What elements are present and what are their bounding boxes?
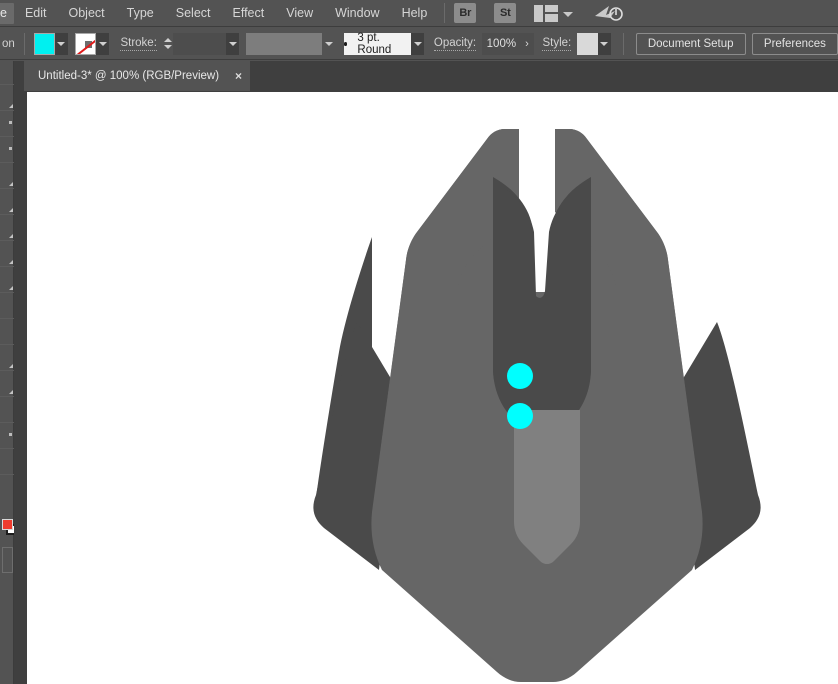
mouse-center-strip bbox=[514, 410, 580, 564]
tool-magic-wand[interactable] bbox=[0, 111, 14, 137]
opacity-input[interactable]: 100% bbox=[482, 33, 520, 55]
menubar-divider bbox=[444, 3, 445, 23]
tool-curvature[interactable] bbox=[0, 189, 14, 215]
graphic-style-swatch[interactable] bbox=[577, 33, 598, 55]
tool-selection[interactable] bbox=[0, 61, 14, 85]
chevron-down-icon[interactable] bbox=[563, 12, 573, 17]
variable-width-profile-swatch[interactable] bbox=[246, 33, 323, 55]
menu-object[interactable]: Object bbox=[58, 3, 116, 24]
tool-group-indicator-icon bbox=[9, 260, 13, 264]
menu-bar: e Edit Object Type Select Effect View Wi… bbox=[0, 0, 838, 27]
tool-group-indicator-icon bbox=[9, 104, 13, 108]
menu-view[interactable]: View bbox=[275, 3, 324, 24]
tool-group-indicator-icon bbox=[9, 286, 13, 290]
tool-group-indicator-icon bbox=[9, 364, 13, 368]
chevron-down-icon bbox=[57, 42, 65, 46]
artboard[interactable] bbox=[27, 92, 838, 684]
tool-dot-icon bbox=[9, 121, 12, 124]
dpi-button-lower[interactable] bbox=[507, 403, 533, 429]
tool-line-segment[interactable] bbox=[0, 241, 14, 267]
menu-file[interactable]: e bbox=[0, 3, 14, 24]
stroke-weight-stepper[interactable] bbox=[162, 33, 172, 55]
chevron-down-icon bbox=[99, 42, 107, 46]
menu-type[interactable]: Type bbox=[116, 3, 165, 24]
opacity-more-button[interactable]: › bbox=[520, 33, 534, 55]
tool-dot-icon bbox=[9, 147, 12, 150]
document-tab-strip: Untitled-3* @ 100% (RGB/Preview) × bbox=[14, 61, 838, 91]
stepper-up-icon bbox=[164, 38, 172, 42]
tool-width[interactable] bbox=[0, 397, 14, 423]
style-dropdown-button[interactable] bbox=[598, 33, 612, 55]
chevron-down-icon bbox=[229, 42, 237, 46]
brush-dot-icon bbox=[344, 42, 348, 46]
fill-swatch[interactable] bbox=[34, 33, 55, 55]
tool-group-indicator-icon bbox=[9, 390, 13, 394]
tool-pen[interactable] bbox=[0, 163, 14, 189]
fill-dropdown-button[interactable] bbox=[55, 33, 69, 55]
canvas-area[interactable] bbox=[14, 91, 838, 684]
document-tab-title: Untitled-3* @ 100% (RGB/Preview) bbox=[38, 70, 219, 82]
illustrator-window: e Edit Object Type Select Effect View Wi… bbox=[0, 0, 838, 684]
stroke-weight-dropdown-button[interactable] bbox=[226, 33, 240, 55]
mouse-center-notch-fill bbox=[493, 180, 591, 440]
mouse-illustration[interactable] bbox=[27, 92, 838, 684]
close-icon[interactable]: × bbox=[235, 69, 242, 83]
brush-definition-value: 3 pt. Round bbox=[357, 32, 410, 56]
tool-group-indicator-icon bbox=[9, 182, 13, 186]
tool-paintbrush[interactable] bbox=[0, 293, 14, 319]
fill-indicator-swatch[interactable] bbox=[2, 519, 13, 530]
chevron-down-icon bbox=[325, 42, 333, 46]
tool-shaper[interactable] bbox=[0, 319, 14, 345]
stroke-none-swatch[interactable] bbox=[75, 33, 96, 55]
bridge-icon[interactable]: Br bbox=[454, 3, 476, 23]
tool-free-transform[interactable] bbox=[0, 423, 14, 449]
menu-window[interactable]: Window bbox=[324, 3, 390, 24]
tools-panel[interactable] bbox=[0, 61, 14, 684]
tool-shape-builder[interactable] bbox=[0, 449, 14, 475]
preferences-button[interactable]: Preferences bbox=[752, 33, 838, 55]
style-label[interactable]: Style: bbox=[542, 37, 571, 51]
tool-direct-selection[interactable] bbox=[0, 85, 14, 111]
tool-type[interactable] bbox=[0, 215, 14, 241]
dpi-button-upper[interactable] bbox=[507, 363, 533, 389]
render-artifact bbox=[672, 611, 714, 620]
menu-edit[interactable]: Edit bbox=[14, 3, 58, 24]
tool-rectangle[interactable] bbox=[0, 267, 14, 293]
adobe-stock-icon[interactable] bbox=[593, 3, 623, 23]
variable-width-dropdown-button[interactable] bbox=[322, 33, 336, 55]
screen-mode-button[interactable] bbox=[2, 547, 13, 573]
selection-indicator-label: on bbox=[2, 38, 15, 50]
arrange-documents-icon[interactable] bbox=[534, 5, 558, 22]
control-divider-1 bbox=[24, 33, 25, 55]
brush-dropdown-button[interactable] bbox=[411, 33, 425, 55]
tool-dot-icon bbox=[9, 433, 12, 436]
menu-select[interactable]: Select bbox=[165, 3, 222, 24]
stroke-weight-input[interactable] bbox=[173, 33, 226, 55]
tool-rotate[interactable] bbox=[0, 345, 14, 371]
control-divider-2 bbox=[623, 33, 624, 55]
tool-scale[interactable] bbox=[0, 371, 14, 397]
brush-definition-select[interactable]: 3 pt. Round bbox=[344, 33, 411, 55]
control-bar: on Stroke: 3 pt. Round Opacity: 100% bbox=[0, 28, 838, 60]
chevron-down-icon bbox=[600, 42, 608, 46]
stock-badge-icon[interactable]: St bbox=[494, 3, 516, 23]
tool-lasso[interactable] bbox=[0, 137, 14, 163]
menu-effect[interactable]: Effect bbox=[222, 3, 276, 24]
menu-help[interactable]: Help bbox=[391, 3, 439, 24]
document-setup-button[interactable]: Document Setup bbox=[636, 33, 746, 55]
tool-group-indicator-icon bbox=[9, 234, 13, 238]
document-tab[interactable]: Untitled-3* @ 100% (RGB/Preview) × bbox=[24, 61, 250, 91]
checker-square bbox=[85, 41, 92, 48]
stroke-weight-label[interactable]: Stroke: bbox=[120, 37, 156, 51]
tool-group-indicator-icon bbox=[9, 208, 13, 212]
stroke-dropdown-button[interactable] bbox=[96, 33, 110, 55]
chevron-down-icon bbox=[414, 42, 422, 46]
opacity-label[interactable]: Opacity: bbox=[434, 37, 476, 51]
stepper-down-icon bbox=[164, 45, 172, 49]
